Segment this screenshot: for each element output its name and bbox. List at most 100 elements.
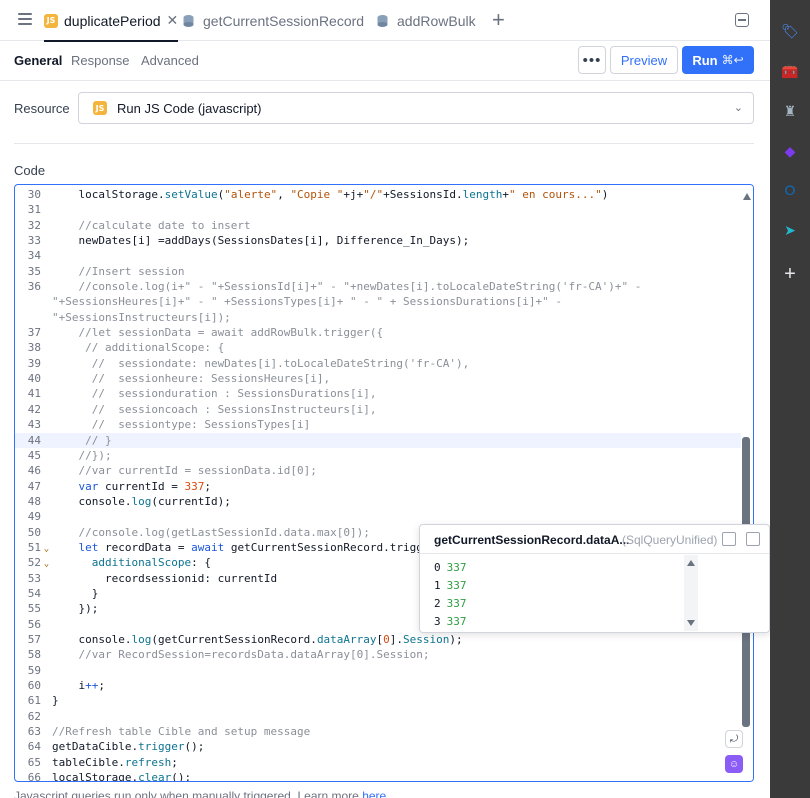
tab-get-current-session-record[interactable]: getCurrentSessionRecord	[182, 0, 364, 41]
code-line[interactable]: 59	[15, 663, 741, 678]
section-divider	[14, 143, 754, 144]
line-number: 51	[27, 540, 41, 554]
code-line[interactable]: 31	[15, 202, 741, 217]
code-line[interactable]: 45 //});	[15, 448, 741, 463]
expand-icon[interactable]	[722, 532, 736, 546]
outlook-icon[interactable]: O	[781, 181, 799, 199]
code-line[interactable]: 37 //let sessionData = await addRowBulk.…	[15, 325, 741, 340]
copilot-icon[interactable]: ◆	[781, 142, 799, 160]
code-line[interactable]: 39 // sessiondate: newDates[i].toLocaleD…	[15, 356, 741, 371]
tab-general[interactable]: General	[14, 53, 62, 68]
code-line[interactable]: 60 i++;	[15, 678, 741, 693]
line-text: newDates[i] =addDays(SessionsDates[i], D…	[52, 234, 470, 248]
scroll-up-icon[interactable]	[743, 193, 751, 200]
tab-advanced[interactable]: Advanced	[141, 53, 199, 68]
code-line[interactable]: 38 // additionalScope: {	[15, 340, 741, 355]
add-icon[interactable]: +	[781, 263, 799, 285]
code-line[interactable]: 42 // sessioncoach : SessionsInstructeur…	[15, 402, 741, 417]
code-line[interactable]: 40 // sessionheure: SessionsHeures[i],	[15, 371, 741, 386]
line-number: 42	[27, 402, 41, 416]
code-line[interactable]: 57 console.log(getCurrentSessionRecord.d…	[15, 632, 741, 647]
app-side-rail: 🏷 🧰 ♜ ◆ O ➤ +	[770, 0, 810, 798]
popout-icon[interactable]	[746, 532, 760, 546]
line-number: 33	[27, 234, 41, 248]
tab-add-row-bulk[interactable]: addRowBulk	[376, 0, 476, 41]
chess-icon[interactable]: ♜	[781, 102, 799, 120]
line-text: //Refresh table Cible and setup message	[52, 725, 311, 739]
code-line[interactable]: 64 getDataCible.trigger();	[15, 739, 741, 754]
code-line[interactable]: 65 tableCible.refresh;	[15, 755, 741, 770]
code-label: Code	[14, 163, 46, 178]
row-value: 337	[446, 579, 467, 592]
code-line[interactable]: 61}	[15, 693, 741, 708]
line-number: 55	[27, 602, 41, 616]
add-tab-button[interactable]: +	[492, 9, 505, 31]
line-text: //var currentId = sessionData.id[0];	[52, 464, 317, 478]
tab-duplicate-period[interactable]: JS duplicatePeriod ✕	[44, 0, 179, 42]
code-line[interactable]: 30 localStorage.setValue("alerte", "Copi…	[15, 187, 741, 202]
code-line[interactable]: 47 var currentId = 337;	[15, 479, 741, 494]
line-number: 65	[27, 755, 41, 769]
run-button[interactable]: Run ⌘↩	[682, 46, 754, 74]
tag-icon[interactable]: 🏷	[781, 22, 799, 40]
code-line[interactable]: 48 console.log(currentId);	[15, 494, 741, 509]
line-text: tableCible.refresh;	[52, 755, 178, 769]
line-text: additionalScope: {	[91, 556, 211, 570]
code-content[interactable]: 30 localStorage.setValue("alerte", "Copi…	[15, 187, 741, 782]
code-editor[interactable]: 30 localStorage.setValue("alerte", "Copi…	[14, 184, 754, 782]
wrapped-line: "+SessionsHeures[i]+" - " +SessionsTypes…	[52, 295, 562, 309]
code-line[interactable]: 49	[15, 509, 741, 524]
popup-row: 0 337	[434, 559, 467, 577]
code-line[interactable]: 33 newDates[i] =addDays(SessionsDates[i]…	[15, 233, 741, 248]
popup-scrollbar[interactable]	[684, 555, 698, 631]
code-line[interactable]: 66 localStorage.clear();	[15, 770, 741, 782]
tab-label: addRowBulk	[397, 12, 476, 29]
line-number: 50	[27, 525, 41, 539]
line-text: // }	[52, 433, 112, 447]
row-value: 337	[446, 597, 467, 610]
preview-button[interactable]: Preview	[610, 46, 678, 74]
code-line[interactable]: 44 // }	[15, 432, 741, 448]
more-options-button[interactable]: •••	[578, 46, 606, 74]
line-number: 36	[27, 280, 41, 294]
row-index: 0	[434, 561, 441, 574]
editor-scrollbar[interactable]	[741, 185, 753, 781]
code-line[interactable]: 32 //calculate date to insert	[15, 218, 741, 233]
send-icon[interactable]: ➤	[781, 221, 799, 239]
format-code-icon[interactable]: ⤾	[725, 730, 743, 748]
line-text: console.log(getCurrentSessionRecord.data…	[52, 632, 463, 646]
tab-label: getCurrentSessionRecord	[203, 12, 365, 29]
scroll-down-icon[interactable]	[687, 620, 695, 626]
line-number: 52	[27, 556, 41, 570]
collapse-panel-icon[interactable]	[735, 13, 749, 27]
line-text: //Insert session	[52, 264, 185, 278]
toolbox-icon[interactable]: 🧰	[781, 62, 799, 80]
line-text: getDataCible.trigger();	[52, 740, 205, 754]
code-line[interactable]: 58 //var RecordSession=recordsData.dataA…	[15, 647, 741, 662]
learn-more-link[interactable]: here	[362, 789, 386, 798]
line-number: 66	[27, 771, 41, 782]
code-line[interactable]: 36 //console.log(i+" - "+SessionsId[i]+"…	[15, 279, 741, 294]
close-icon[interactable]: ✕	[167, 12, 179, 29]
line-number: 45	[27, 448, 41, 462]
row-index: 1	[434, 579, 441, 592]
resource-select[interactable]: JS Run JS Code (javascript) ⌄	[78, 92, 754, 124]
code-line[interactable]: 35 //Insert session	[15, 264, 741, 279]
code-line[interactable]: 46 //var currentId = sessionData.id[0];	[15, 463, 741, 478]
line-number: 32	[27, 218, 41, 232]
row-index: 3	[434, 615, 441, 628]
code-line[interactable]: 62	[15, 709, 741, 724]
scroll-up-icon[interactable]	[687, 560, 695, 566]
line-text: }	[52, 694, 59, 708]
code-line[interactable]: 63 //Refresh table Cible and setup messag…	[15, 724, 741, 739]
wrapped-line: "+SessionsInstructeurs[i]);	[52, 310, 231, 324]
code-line[interactable]: 43 // sessiontype: SessionsTypes[i]	[15, 417, 741, 432]
popup-row: 3 337	[434, 613, 467, 631]
code-line[interactable]: 41 // sessionduration : SessionsDuration…	[15, 386, 741, 401]
tab-response[interactable]: Response	[71, 53, 130, 68]
menu-icon[interactable]	[18, 13, 32, 27]
assistant-icon[interactable]: ☺	[725, 755, 743, 773]
line-text: // sessiondate: newDates[i].toLocaleDate…	[52, 356, 470, 370]
line-number: 44	[27, 433, 41, 447]
code-line[interactable]: 34	[15, 248, 741, 263]
